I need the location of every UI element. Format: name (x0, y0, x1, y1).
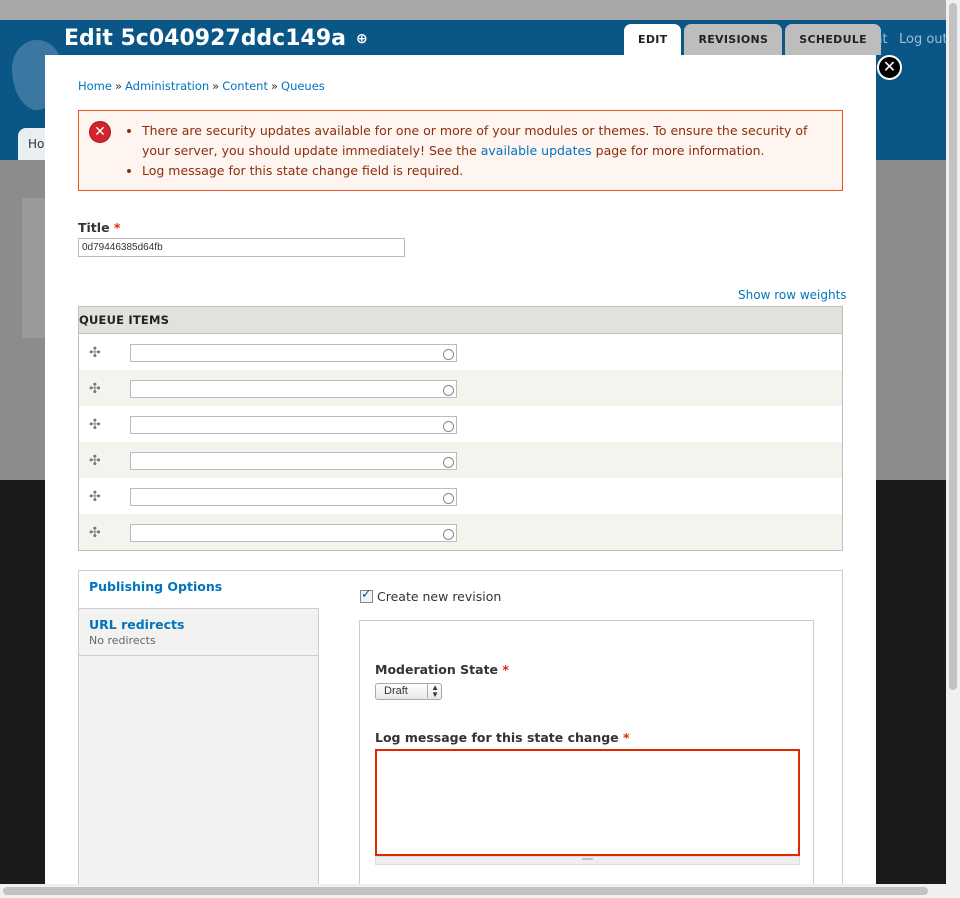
drag-handle-icon[interactable]: ✣ (89, 453, 101, 469)
breadcrumb-content[interactable]: Content (222, 79, 268, 93)
breadcrumb-home[interactable]: Home (78, 79, 112, 93)
vertical-tab-publishing-options[interactable]: Publishing Options (79, 571, 319, 609)
log-message-label: Log message for this state change * (375, 730, 630, 745)
autocomplete-throbber-icon (443, 349, 454, 360)
tab-schedule[interactable]: SCHEDULE (785, 24, 881, 55)
drag-handle-icon[interactable]: ✣ (89, 489, 101, 505)
vertical-tab-url-redirects[interactable]: URL redirects No redirects (79, 609, 318, 656)
vertical-scrollbar[interactable] (946, 0, 960, 898)
autocomplete-throbber-icon (443, 421, 454, 432)
breadcrumb-administration[interactable]: Administration (125, 79, 209, 93)
error-message-log: Log message for this state change field … (142, 161, 832, 181)
drag-handle-icon[interactable]: ✣ (89, 345, 101, 361)
select-arrows-icon: ▲ ▼ (427, 684, 439, 699)
overlay-dialog: Home»Administration»Content»Queues ✕ The… (45, 55, 876, 898)
tab-revisions[interactable]: REVISIONS (684, 24, 783, 55)
drag-handle-icon[interactable]: ✣ (89, 417, 101, 433)
error-icon: ✕ (89, 121, 111, 143)
drag-handle-icon[interactable]: ✣ (89, 525, 101, 541)
moderation-state-select[interactable]: Draft ▲ ▼ (375, 683, 442, 700)
primary-tabs: EDIT REVISIONS SCHEDULE (624, 24, 881, 55)
breadcrumb-queues[interactable]: Queues (281, 79, 325, 93)
available-updates-link[interactable]: available updates (481, 143, 592, 158)
table-row: ✣ (79, 442, 842, 478)
tab-edit[interactable]: EDIT (624, 24, 682, 55)
table-row: ✣ (79, 514, 842, 550)
queue-items-header: QUEUE ITEMS (79, 307, 842, 334)
breadcrumb: Home» Administration» Content» Queues (78, 79, 325, 93)
textarea-resize-grip[interactable]: ═══ (375, 856, 800, 865)
show-row-weights-link[interactable]: Show row weights (738, 288, 847, 302)
breadcrumb-separator: » (212, 79, 220, 93)
autocomplete-throbber-icon (443, 493, 454, 504)
queue-item-autocomplete[interactable] (130, 344, 457, 362)
close-overlay-icon[interactable]: ✕ (877, 55, 902, 80)
browser-top-strip (0, 0, 960, 20)
create-revision-checkbox[interactable] (360, 587, 373, 603)
queue-item-autocomplete[interactable] (130, 452, 457, 470)
queue-item-autocomplete[interactable] (130, 380, 457, 398)
plus-circle-icon[interactable]: ⊕ (356, 31, 368, 47)
log-message-textarea[interactable] (375, 749, 800, 856)
vertical-tab-title: URL redirects (89, 617, 185, 632)
error-message-security: There are security updates available for… (142, 121, 832, 161)
vertical-scrollbar-thumb[interactable] (949, 3, 957, 690)
horizontal-scrollbar[interactable] (0, 884, 946, 898)
moderation-fieldset: Moderation State * Draft ▲ ▼ Log message f… (359, 620, 814, 898)
table-row: ✣ (79, 406, 842, 442)
horizontal-scrollbar-thumb[interactable] (3, 887, 928, 895)
queue-items-table: QUEUE ITEMS ✣ ✣ ✣ ✣ ✣ ✣ (78, 306, 843, 551)
vertical-tab-list: Publishing Options URL redirects No redi… (79, 571, 319, 898)
autocomplete-throbber-icon (443, 385, 454, 396)
vertical-tab-title: Publishing Options (89, 579, 223, 594)
queue-item-autocomplete[interactable] (130, 416, 457, 434)
title-input[interactable] (78, 238, 405, 257)
vertical-tab-summary: No redirects (89, 634, 156, 647)
logout-link[interactable]: Log out (899, 32, 948, 47)
create-revision-field: Create new revision (360, 587, 501, 604)
table-row: ✣ (79, 478, 842, 514)
autocomplete-throbber-icon (443, 529, 454, 540)
page-title: Edit 5c040927ddc149a ⊕ (64, 26, 368, 51)
error-messages: ✕ There are security updates available f… (78, 110, 843, 191)
table-row: ✣ (79, 334, 842, 370)
queue-item-autocomplete[interactable] (130, 488, 457, 506)
create-revision-label[interactable]: Create new revision (377, 589, 501, 604)
title-label: Title * (78, 220, 121, 235)
autocomplete-throbber-icon (443, 457, 454, 468)
breadcrumb-separator: » (270, 79, 279, 93)
vertical-tabs: Publishing Options URL redirects No redi… (78, 570, 843, 898)
moderation-state-label: Moderation State * (375, 662, 509, 677)
drag-handle-icon[interactable]: ✣ (89, 381, 101, 397)
table-row: ✣ (79, 370, 842, 406)
breadcrumb-separator: » (114, 79, 123, 93)
queue-item-autocomplete[interactable] (130, 524, 457, 542)
